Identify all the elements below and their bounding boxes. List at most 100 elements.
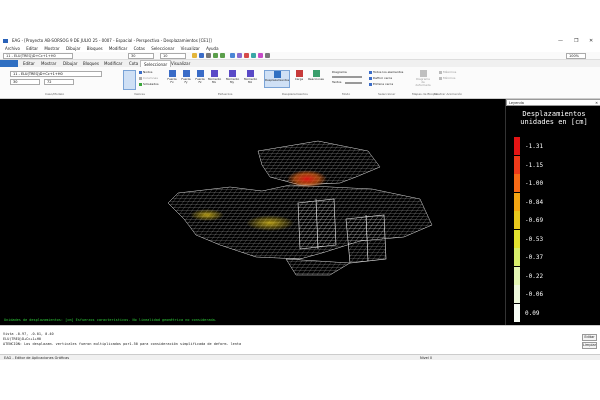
menu-seleccionar[interactable]: Seleccionar — [151, 45, 174, 52]
anim-max-label: Máximos — [443, 70, 457, 74]
tab-visualizar[interactable]: Visualizar — [168, 60, 193, 67]
check-columnas-label: Columnas — [143, 76, 158, 80]
anim-min-icon — [439, 76, 442, 80]
legend-title-line2: unidades en [cm] — [520, 118, 588, 126]
check-nodos[interactable]: Nodos — [139, 70, 152, 74]
redo-icon[interactable] — [220, 53, 225, 58]
define-fence-label: Definir cerca — [373, 76, 393, 80]
force-fy-button[interactable]: Fuerza Fy — [180, 70, 192, 88]
zoom-icon[interactable] — [230, 53, 235, 58]
deformed-diagram-button[interactable]: Diagrama de deformada — [414, 70, 432, 88]
legend-value: -0.84 — [525, 198, 544, 206]
legend-value: -0.53 — [525, 235, 544, 243]
open-icon[interactable] — [192, 53, 197, 58]
legend-item: -0.53 — [514, 229, 596, 248]
group-label-animacion: Mostrar Animación — [434, 92, 463, 96]
force-fz-button[interactable]: Fuerza Fz — [194, 70, 206, 88]
menu-dibujar[interactable]: Dibujar — [66, 45, 80, 52]
render-icon[interactable] — [258, 53, 263, 58]
legend-item: 0.09 — [514, 303, 596, 322]
text-slider[interactable] — [345, 82, 362, 84]
deformed-diagram-label: Diagrama de deformada — [415, 77, 431, 87]
command-console[interactable]: Vista -0.97, -0.01, 0.40 ELU(TREQ)D+Cc+1… — [0, 325, 600, 354]
console-line-1: Vista -0.97, -0.01, 0.40 — [3, 332, 54, 336]
ribbon-factor-combo[interactable]: 72 — [44, 79, 74, 85]
minimize-button[interactable]: — — [558, 37, 563, 45]
legend-value: -0.69 — [525, 217, 544, 224]
reactions-icon — [312, 70, 320, 77]
tab-bloques[interactable]: Bloques — [80, 60, 102, 67]
menu-cotas[interactable]: Cotas — [134, 45, 145, 52]
zoom-combo[interactable]: 100% — [566, 53, 586, 59]
delete-fence-item[interactable]: Elimina cerca — [369, 82, 393, 86]
menu-ayuda[interactable]: Ayuda — [206, 45, 218, 52]
delete-fence-icon — [369, 82, 372, 86]
undo-icon[interactable] — [213, 53, 218, 58]
ribbon-scale-combo[interactable]: 30 — [10, 79, 40, 85]
group-label-desplazamientos: Desplazamientos — [282, 92, 308, 96]
displacements-button[interactable]: Desplazamientos — [264, 70, 290, 88]
nodos-icon — [139, 70, 142, 74]
ribbon-case-combo[interactable]: 11 - ELU(TREQ)D+Cc+1+H0 — [10, 71, 102, 77]
legend-value: 0.09 — [525, 309, 540, 317]
moment-mx-button[interactable]: Momento Mx — [208, 70, 221, 88]
save-icon[interactable] — [199, 53, 204, 58]
anim-min-label: Mínimos — [443, 76, 456, 80]
load-icon — [295, 70, 303, 77]
group-label-esfuerzos: Esfuerzos — [218, 92, 233, 96]
scale-combo[interactable]: 30 — [128, 53, 154, 59]
tab-mostrar[interactable]: Mostrar — [38, 60, 59, 67]
tab-modificar[interactable]: Modificar — [101, 60, 125, 67]
group-label-modo: Modo — [342, 92, 351, 96]
quick-toolbar: 11 - ELU(TREQ)D+Cc+1+H0 30 10 100% — [0, 52, 600, 60]
displacement-zone-center — [246, 215, 294, 231]
edit-button[interactable]: Editar — [582, 334, 597, 341]
force-fx-button[interactable]: Fuerza Fx — [166, 70, 178, 88]
load-button[interactable]: Carga — [293, 70, 305, 88]
diagram-slider[interactable] — [332, 76, 362, 78]
tab-dibujar[interactable]: Dibujar — [60, 60, 80, 67]
maximize-button[interactable]: ❐ — [574, 37, 578, 45]
settings-icon[interactable] — [265, 53, 270, 58]
menu-visualizar[interactable]: Visualizar — [181, 45, 200, 52]
anim-max-item[interactable]: Máximos — [439, 70, 456, 74]
tab-cota[interactable]: Cota — [126, 60, 141, 67]
tab-file[interactable] — [0, 60, 18, 67]
close-button[interactable]: ✕ — [589, 37, 593, 45]
menu-mostrar[interactable]: Mostrar — [44, 45, 59, 52]
moment-mz-icon — [246, 70, 254, 77]
status-level: Nivel 0 — [420, 356, 433, 360]
menu-modificar[interactable]: Modificar — [109, 45, 127, 52]
reactions-button[interactable]: Reacciones — [308, 70, 324, 88]
moment-mz-button[interactable]: Momento Mz — [244, 70, 257, 88]
define-fence-item[interactable]: Definir cerca — [369, 76, 392, 80]
values-large-button[interactable] — [123, 70, 136, 90]
print-icon[interactable] — [206, 53, 211, 58]
status-bar: EAG - Editor de Aplicaciones Gráficas Ni… — [0, 354, 600, 360]
level-combo[interactable]: 10 — [160, 53, 186, 59]
legend-item: -1.15 — [514, 155, 596, 174]
pan-icon[interactable] — [237, 53, 242, 58]
rotate-icon[interactable] — [244, 53, 249, 58]
load-case-combo[interactable]: 11 - ELU(TREQ)D+Cc+1+H0 — [3, 53, 73, 59]
anim-min-item[interactable]: Mínimos — [439, 76, 455, 80]
select-all-item[interactable]: Todos los elementos — [369, 70, 403, 74]
check-simulados[interactable]: Simulados — [139, 82, 159, 86]
menu-archivo[interactable]: Archivo — [5, 45, 20, 52]
menu-editar[interactable]: Editar — [26, 45, 38, 52]
viewport-message: Unidades de desplazamientos: [cm] Esfuer… — [4, 318, 217, 322]
select-all-label: Todos los elementos — [373, 70, 404, 74]
view-3d-icon[interactable] — [251, 53, 256, 58]
moment-my-button[interactable]: Momento My — [226, 70, 239, 88]
check-columnas[interactable]: Columnas — [139, 76, 158, 80]
anim-max-icon — [439, 70, 442, 74]
tab-seleccionar[interactable]: Seleccionar — [140, 60, 172, 67]
structure-mesh — [167, 140, 433, 276]
legend-close-icon[interactable]: ✕ — [595, 100, 598, 106]
legend-item: -0.06 — [514, 285, 596, 303]
tab-editar[interactable]: Editar — [20, 60, 38, 67]
console-line-3: ATENCIÓN: Los desplazam. verticales fuer… — [3, 342, 242, 346]
menu-bar: Archivo Editar Mostrar Dibujar Bloques M… — [0, 45, 600, 52]
clear-button[interactable]: Limpiar — [582, 342, 597, 349]
menu-bloques[interactable]: Bloques — [87, 45, 103, 52]
